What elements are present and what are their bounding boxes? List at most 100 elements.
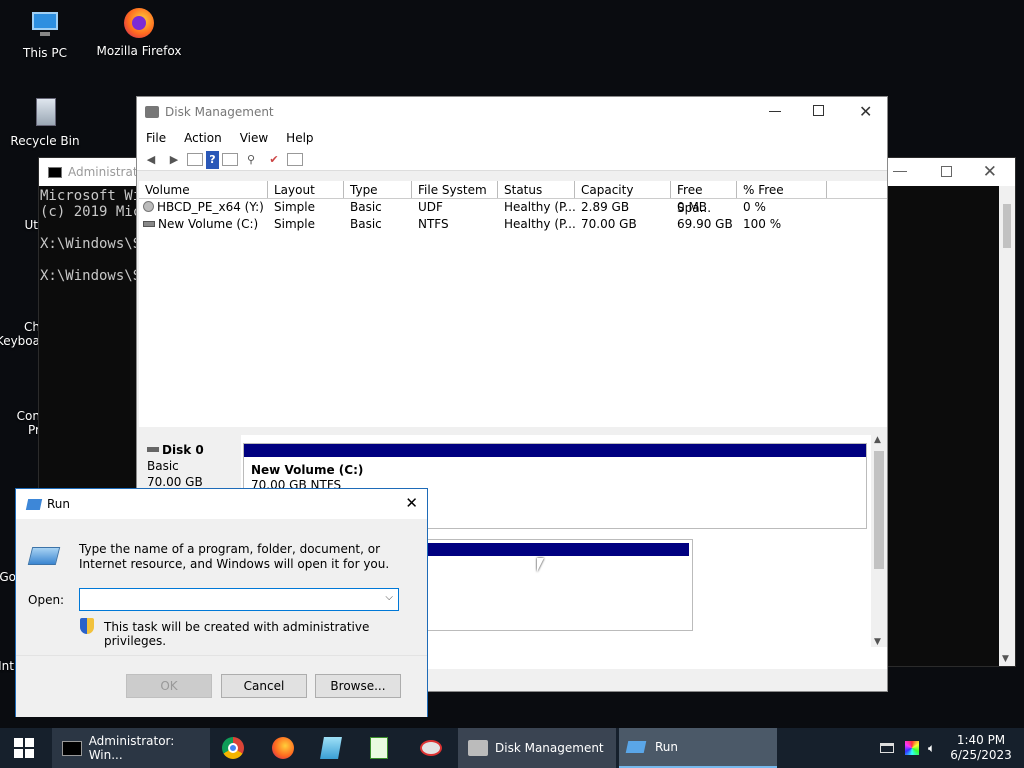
- ok-button[interactable]: OK: [126, 674, 212, 698]
- desktop-icon-this-pc[interactable]: This PC: [0, 8, 90, 60]
- clock-time: 1:40 PM: [956, 733, 1006, 747]
- disk-icon: [147, 447, 159, 452]
- scroll-down-icon[interactable]: ▼: [1002, 654, 1009, 664]
- desktop-icon-firefox[interactable]: Mozilla Firefox: [94, 6, 184, 58]
- help-icon[interactable]: ?: [206, 150, 219, 169]
- open-combobox[interactable]: ⌵: [79, 588, 399, 611]
- tray-network-icon[interactable]: [880, 728, 898, 768]
- minimize-icon[interactable]: [769, 111, 781, 112]
- cmd-icon: [48, 166, 62, 178]
- tray-color-icon[interactable]: [905, 728, 923, 768]
- taskbar-item-run[interactable]: Run: [619, 728, 777, 768]
- this-pc-icon: [28, 8, 62, 42]
- run-icon: [625, 741, 647, 753]
- col-layout[interactable]: Layout: [268, 181, 344, 198]
- connect-icon[interactable]: ⚲: [241, 151, 261, 169]
- table-row[interactable]: New Volume (C:) Simple Basic NTFS Health…: [139, 216, 887, 233]
- taskbar-label: Disk Management: [495, 741, 604, 755]
- disk-management-icon: [145, 106, 159, 118]
- menu-action[interactable]: Action: [175, 131, 231, 145]
- scroll-up-icon[interactable]: ▲: [874, 435, 881, 445]
- cancel-button[interactable]: Cancel: [221, 674, 307, 698]
- run-dialog[interactable]: Run ✕ Type the name of a program, folder…: [15, 488, 428, 717]
- tray-volume-muted-icon[interactable]: 🔈︎: [928, 728, 946, 768]
- disk-name: Disk 0: [162, 443, 204, 457]
- desktop-icon-partial-5[interactable]: Int: [0, 659, 14, 673]
- col-type[interactable]: Type: [344, 181, 412, 198]
- taskbar-chrome[interactable]: [222, 728, 250, 768]
- clock-date: 6/25/2023: [950, 748, 1012, 762]
- maximize-icon[interactable]: [941, 166, 952, 177]
- col-file-system[interactable]: File System: [412, 181, 498, 198]
- taskbar-item-cmd[interactable]: Administrator: Win...: [52, 728, 210, 768]
- cell-pct: 0 %: [743, 200, 766, 214]
- cell-layout: Simple: [274, 200, 315, 214]
- tray-clock[interactable]: 1:40 PM 6/25/2023: [948, 728, 1014, 768]
- desktop-icon-label: Con Pr: [16, 409, 40, 437]
- desktop-icon-label: Go: [0, 570, 16, 584]
- scroll-down-icon[interactable]: ▼: [874, 637, 881, 647]
- mouse-cursor-icon: [537, 558, 544, 572]
- cd-drive-icon: [143, 201, 154, 212]
- desktop-icon-label: This PC: [23, 46, 67, 60]
- col-free-space[interactable]: Free Spa...: [671, 181, 737, 215]
- desktop-icon-partial-3[interactable]: Con Pr: [0, 395, 40, 451]
- close-icon[interactable]: ✕: [983, 162, 997, 182]
- menu-file[interactable]: File: [137, 131, 175, 145]
- maximize-icon[interactable]: [813, 105, 824, 116]
- desktop-icon-label: Ut: [24, 218, 39, 232]
- start-button[interactable]: [0, 728, 48, 768]
- cell-free: 69.90 GB: [677, 217, 733, 231]
- col-percent-free[interactable]: % Free: [737, 181, 827, 198]
- chrome-icon: [222, 737, 244, 759]
- col-volume[interactable]: Volume: [139, 181, 268, 198]
- close-icon[interactable]: ✕: [859, 102, 872, 121]
- forward-icon[interactable]: ▶: [164, 151, 184, 169]
- disk-type: Basic: [147, 459, 179, 473]
- col-capacity[interactable]: Capacity: [575, 181, 671, 198]
- cell-volume: New Volume (C:): [139, 216, 268, 233]
- cmd-line: X:\Windows\S: [40, 268, 142, 284]
- paint-icon: [420, 740, 442, 756]
- settings-icon[interactable]: [287, 153, 303, 166]
- desktop-icon-partial-4[interactable]: Go: [0, 570, 16, 584]
- desktop-icon-partial-2[interactable]: Ch Keyboa: [0, 306, 40, 362]
- check-icon[interactable]: ✔: [264, 151, 284, 169]
- notepad-icon: [320, 737, 342, 759]
- run-title-bar[interactable]: Run ✕: [16, 489, 427, 519]
- menu-help[interactable]: Help: [277, 131, 322, 145]
- table-row[interactable]: HBCD_PE_x64 (Y:) Simple Basic UDF Health…: [139, 199, 887, 216]
- cell-type: Basic: [350, 217, 382, 231]
- open-input[interactable]: [80, 589, 376, 610]
- taskbar-item-disk-management[interactable]: Disk Management: [458, 728, 616, 768]
- cell-status: Healthy (P...: [504, 217, 575, 231]
- taskbar-app-3[interactable]: [320, 728, 350, 768]
- chevron-down-icon[interactable]: ⌵: [385, 592, 393, 603]
- drive-icon: [143, 221, 155, 227]
- cmd-scrollbar[interactable]: ▼: [999, 186, 1015, 666]
- menu-view[interactable]: View: [231, 131, 277, 145]
- graphical-scrollbar[interactable]: ▲ ▼: [871, 435, 887, 647]
- back-icon[interactable]: ◀: [141, 151, 161, 169]
- taskbar-app-4[interactable]: [370, 728, 398, 768]
- cell-free: 0 MB: [677, 200, 708, 214]
- disk-management-icon: [468, 740, 488, 756]
- close-icon[interactable]: ✕: [405, 494, 418, 512]
- cell-pct: 100 %: [743, 217, 782, 231]
- col-status[interactable]: Status: [498, 181, 575, 198]
- volume-list[interactable]: Volume Layout Type File System Status Ca…: [139, 181, 887, 427]
- dm-title-bar[interactable]: Disk Management ✕: [137, 97, 887, 127]
- toolbar: ◀ ▶ ? ⚲ ✔: [137, 149, 887, 171]
- browse-button[interactable]: Browse...: [315, 674, 401, 698]
- properties-icon[interactable]: [222, 153, 238, 166]
- show-hide-tree-icon[interactable]: [187, 153, 203, 166]
- firefox-icon: [122, 6, 156, 40]
- minimize-icon[interactable]: [893, 164, 907, 172]
- run-description: Type the name of a program, folder, docu…: [79, 542, 390, 571]
- taskbar-app-5[interactable]: [420, 728, 448, 768]
- taskbar-label: Run: [655, 740, 679, 754]
- desktop-icon-recycle-bin[interactable]: Recycle Bin: [0, 96, 90, 148]
- taskbar-firefox[interactable]: [272, 728, 300, 768]
- desktop-icon-partial-1[interactable]: Ut: [0, 218, 39, 232]
- taskbar: Administrator: Win... Disk Management Ru…: [0, 728, 1024, 768]
